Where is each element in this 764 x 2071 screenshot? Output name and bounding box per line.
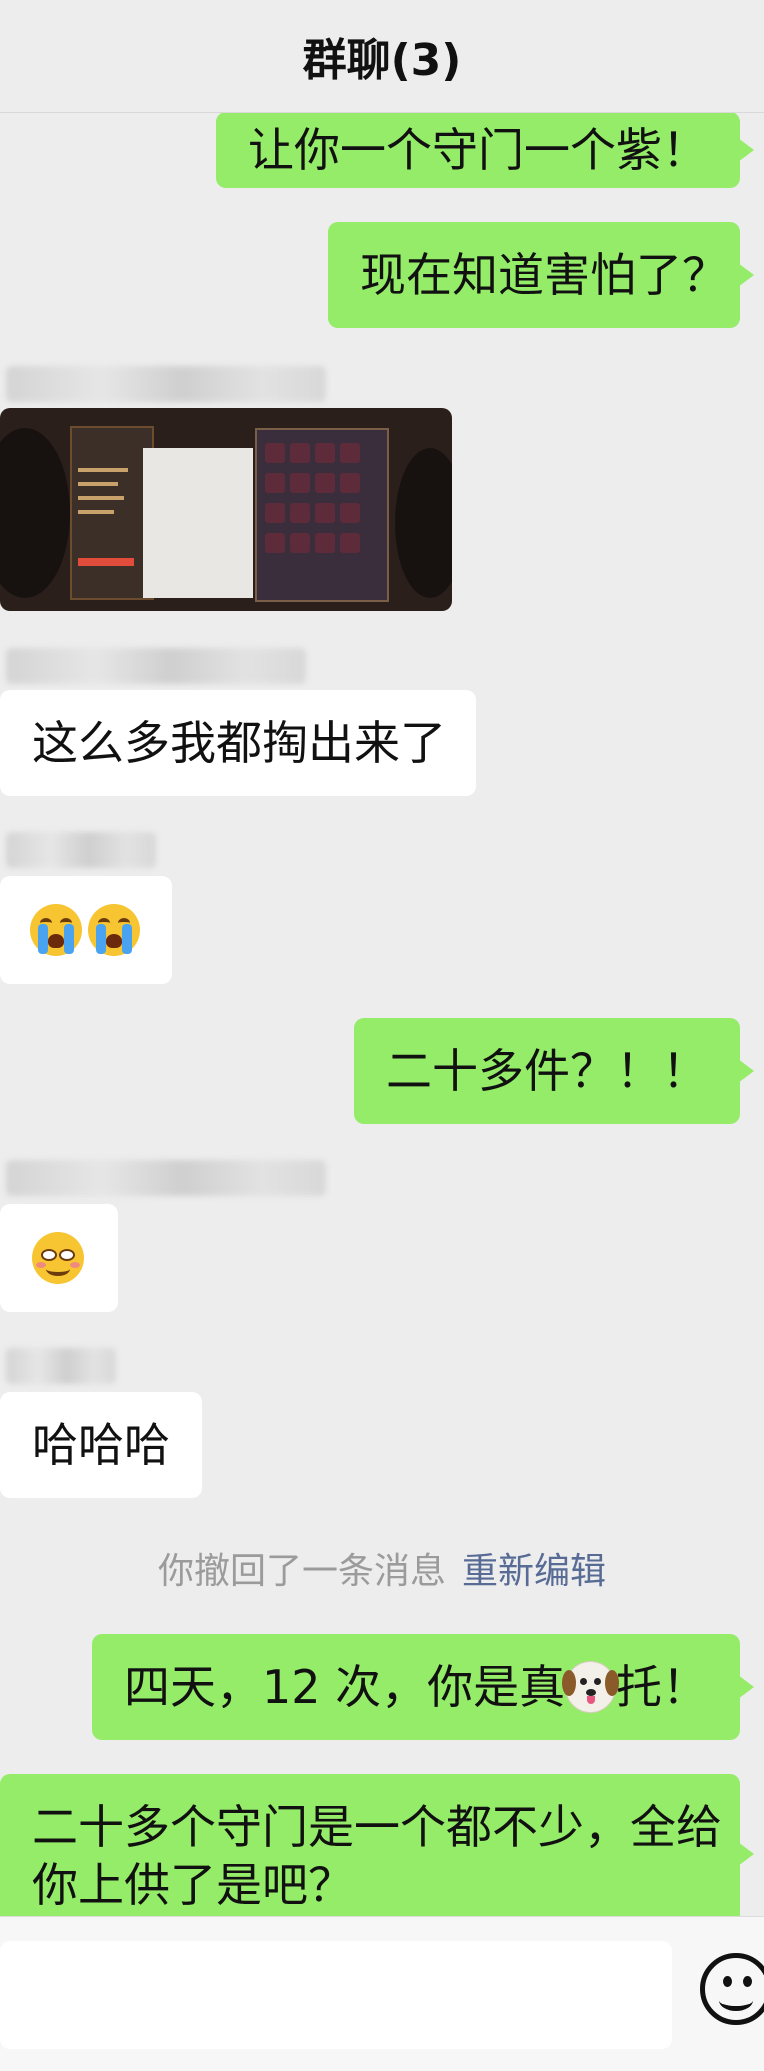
dog-face-icon xyxy=(562,1661,619,1713)
message-bubble-incoming[interactable] xyxy=(0,876,172,984)
sender-name-blurred xyxy=(6,1160,326,1196)
chat-title: 群聊(3) xyxy=(302,35,462,86)
sender-name-blurred xyxy=(6,366,326,402)
message-bubble-incoming[interactable]: 哈哈哈 xyxy=(0,1392,202,1498)
chat-header: 群聊(3) xyxy=(0,0,764,113)
sender-name-blurred xyxy=(6,1348,116,1384)
message-text: 现在知道害怕了？ xyxy=(360,248,728,302)
message-bubble-incoming[interactable]: 这么多我都掏出来了 xyxy=(0,690,476,796)
message-bubble-outgoing[interactable]: 二十多件？！！ xyxy=(354,1018,754,1124)
sender-name-blurred xyxy=(6,832,156,868)
recall-notice-text: 你撤回了一条消息 xyxy=(157,1551,446,1592)
message-text-line: 二十多个守门是一个都不少，全给 xyxy=(32,1800,722,1854)
message-image[interactable] xyxy=(0,408,452,611)
loudly-crying-face-icon xyxy=(88,904,140,956)
message-text: 四天，12 次，你是真 xyxy=(124,1660,566,1714)
message-text: 二十多件？！！ xyxy=(386,1044,708,1098)
smiley-face-icon[interactable] xyxy=(700,1953,764,2025)
chat-area: 让你一个守门一个紫！ 现在知道害怕了？ 这么多我都掏出来了 二十多件？！！ 哈哈… xyxy=(0,0,764,1916)
message-bubble-incoming[interactable] xyxy=(0,1204,118,1312)
smiling-face-icon xyxy=(32,1232,84,1284)
re-edit-link[interactable]: 重新编辑 xyxy=(462,1551,606,1592)
message-bubble-outgoing[interactable]: 二十多个守门是一个都不少，全给 你上供了是吧？ xyxy=(0,1774,754,1916)
message-text: 哈哈哈 xyxy=(32,1418,170,1472)
message-bubble-outgoing[interactable]: 现在知道害怕了？ xyxy=(328,222,754,328)
message-text: 让你一个守门一个紫！ xyxy=(248,123,708,177)
message-bubble-outgoing[interactable]: 四天，12 次，你是真 托！ xyxy=(92,1634,754,1740)
sender-name-blurred xyxy=(6,648,306,684)
message-text: 托！ xyxy=(616,1660,708,1714)
message-input[interactable] xyxy=(0,1941,672,2049)
recall-notice: 你撤回了一条消息 重新编辑 xyxy=(0,1542,764,1594)
message-bubble-outgoing[interactable]: 让你一个守门一个紫！ xyxy=(216,112,754,188)
message-text: 这么多我都掏出来了 xyxy=(32,716,446,770)
loudly-crying-face-icon xyxy=(30,904,82,956)
message-text-line: 你上供了是吧？ xyxy=(32,1858,354,1912)
input-bar xyxy=(0,1916,764,2071)
